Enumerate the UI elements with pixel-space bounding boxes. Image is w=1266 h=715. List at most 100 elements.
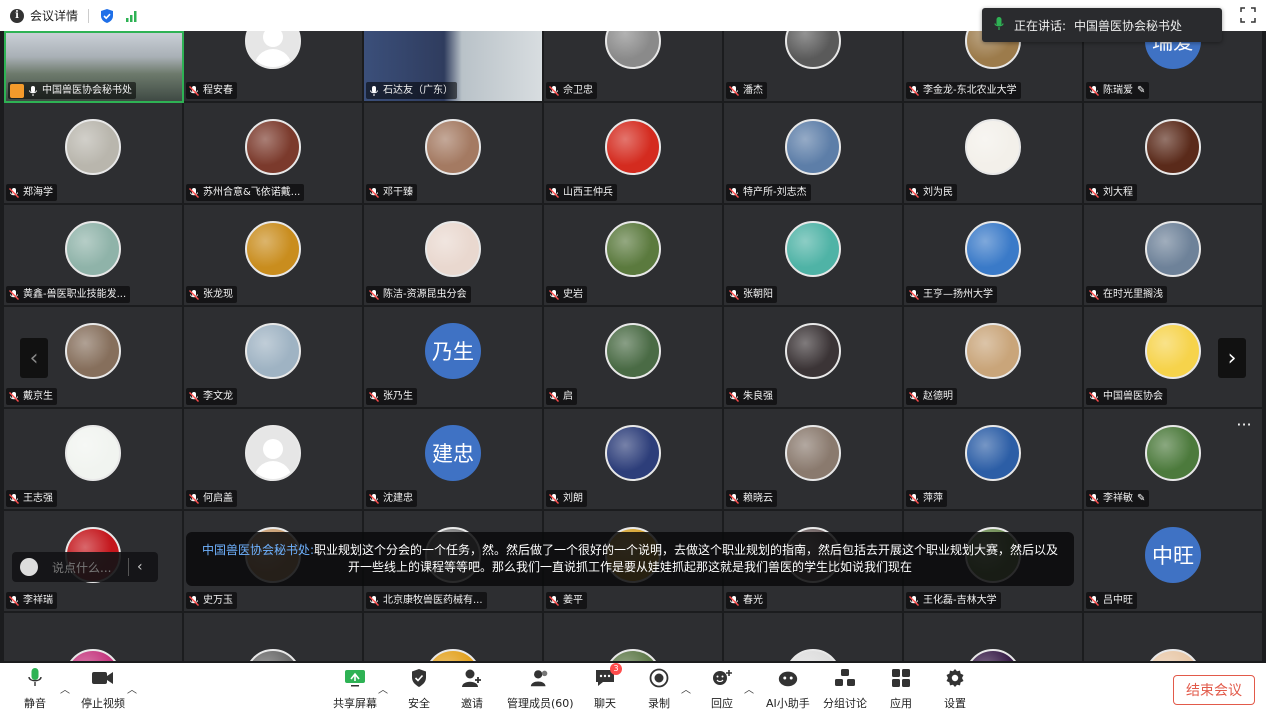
participant-tile[interactable]: 在时光里搁浅 — [1084, 205, 1264, 307]
participant-name: 邓干臻 — [383, 187, 413, 198]
share-screen-button[interactable]: 共享屏幕 — [333, 667, 377, 711]
participant-tile[interactable]: 邓干臻 — [364, 103, 544, 205]
security-button[interactable]: 安全 — [408, 667, 430, 711]
participant-tile[interactable]: 陈洁-资源昆虫分会 — [364, 205, 544, 307]
avatar — [245, 221, 301, 277]
participant-tile[interactable]: 佘卫忠 — [544, 31, 724, 103]
chat-input-box[interactable]: 说点什么... ‹ — [12, 552, 158, 582]
participant-name-tag: 刘为民 — [906, 184, 957, 201]
record-button[interactable]: 录制 — [648, 667, 670, 711]
participant-tile[interactable]: 李文龙 — [184, 307, 364, 409]
chevron-up-icon[interactable]: ︿ — [127, 681, 137, 696]
prev-page-button[interactable]: ‹ — [20, 338, 48, 378]
participant-tile[interactable]: 潘杰 — [724, 31, 904, 103]
participant-tile[interactable]: 山西王仲兵 — [544, 103, 724, 205]
participant-tile[interactable]: 郑海学 — [4, 103, 184, 205]
participant-tile[interactable]: 黄鑫-兽医职业技能发... — [4, 205, 184, 307]
participant-tile[interactable]: 启 — [544, 307, 724, 409]
participant-tile[interactable]: 赖晓云 — [724, 409, 904, 511]
share-screen-icon — [344, 667, 366, 689]
participant-tile[interactable] — [1084, 613, 1264, 663]
apps-button[interactable]: 应用 — [890, 667, 912, 711]
invite-button[interactable]: 邀请 — [461, 667, 483, 711]
reactions-button[interactable]: 回应 — [711, 667, 733, 711]
network-signal-icon[interactable] — [125, 9, 139, 23]
settings-button[interactable]: 设置 — [944, 667, 966, 711]
participant-tile[interactable]: 中国兽医协会秘书处 — [4, 31, 184, 103]
chevron-left-icon[interactable]: ‹ — [137, 559, 143, 575]
reactions-label: 回应 — [711, 697, 733, 710]
participant-tile[interactable] — [904, 613, 1084, 663]
participant-tile[interactable]: 王志强 — [4, 409, 184, 511]
participant-name-tag: 赖晓云 — [726, 490, 777, 507]
participant-name: 戴京生 — [23, 391, 53, 402]
participant-tile[interactable]: 石达友（广东） — [364, 31, 544, 103]
participant-name-tag: 特产所-刘志杰 — [726, 184, 811, 201]
participant-name-tag: 史岩 — [546, 286, 587, 303]
members-icon — [529, 667, 551, 689]
participant-name: 史万玉 — [203, 595, 233, 606]
chevron-up-icon[interactable]: ︿ — [60, 681, 70, 696]
participant-tile[interactable] — [184, 613, 364, 663]
microphone-icon — [368, 85, 380, 97]
avatar — [785, 649, 841, 661]
participant-tile[interactable]: 程安春 — [184, 31, 364, 103]
chevron-left-icon: ‹ — [29, 345, 39, 371]
microphone-muted-icon — [1088, 187, 1100, 199]
chat-label: 聊天 — [594, 697, 616, 710]
participant-tile[interactable]: 张龙现 — [184, 205, 364, 307]
participant-tile[interactable]: 中旺 吕中旺 — [1084, 511, 1264, 613]
shield-icon[interactable] — [99, 8, 115, 24]
participant-tile[interactable]: 特产所-刘志杰 — [724, 103, 904, 205]
microphone-muted-icon — [548, 289, 560, 301]
end-meeting-button[interactable]: 结束会议 — [1173, 675, 1255, 705]
participant-tile[interactable] — [4, 613, 184, 663]
more-options-icon[interactable]: ··· — [1230, 417, 1258, 438]
participant-tile[interactable] — [364, 613, 544, 663]
fullscreen-icon[interactable] — [1240, 7, 1256, 23]
participant-tile[interactable]: 建忠 沈建忠 — [364, 409, 544, 511]
meeting-details-button[interactable]: i 会议详情 — [10, 7, 78, 24]
participant-tile[interactable]: 刘朗 — [544, 409, 724, 511]
microphone-muted-icon — [728, 85, 740, 97]
participant-tile[interactable]: 苏州合意&飞依诺戴... — [184, 103, 364, 205]
participant-tile[interactable]: 朱良强 — [724, 307, 904, 409]
participant-tile[interactable]: 张朝阳 — [724, 205, 904, 307]
emoji-icon[interactable] — [20, 558, 38, 576]
participant-tile[interactable]: 赵德明 — [904, 307, 1084, 409]
breakout-button[interactable]: 分组讨论 — [823, 667, 867, 711]
participant-name-tag: 刘大程 — [1086, 184, 1137, 201]
mute-button[interactable]: 静音 — [24, 667, 46, 711]
avatar — [1145, 425, 1201, 481]
participant-name-tag: 李祥敏 ✎ — [1086, 490, 1150, 507]
participant-tile[interactable]: 王亨—扬州大学 — [904, 205, 1084, 307]
participant-tile[interactable]: 乃生 张乃生 — [364, 307, 544, 409]
manage-members-button[interactable]: 管理成员(60) — [507, 667, 574, 711]
microphone-muted-icon — [728, 289, 740, 301]
chat-input-placeholder[interactable]: 说点什么... — [52, 559, 122, 576]
chevron-up-icon[interactable]: ︿ — [744, 681, 754, 696]
participant-name-tag: 李祥瑞 — [6, 592, 57, 609]
participant-name: 郑海学 — [23, 187, 53, 198]
avatar — [965, 649, 1021, 661]
chat-button[interactable]: 3 聊天 — [594, 663, 622, 711]
chevron-up-icon[interactable]: ︿ — [681, 681, 691, 696]
stop-video-button[interactable]: 停止视频 — [81, 667, 125, 711]
participant-name: 春光 — [743, 595, 763, 606]
microphone-muted-icon — [368, 187, 380, 199]
participant-tile[interactable]: 刘大程 — [1084, 103, 1264, 205]
next-page-button[interactable]: › — [1218, 338, 1246, 378]
participant-tile[interactable]: 刘为民 — [904, 103, 1084, 205]
avatar — [245, 323, 301, 379]
participant-tile[interactable] — [544, 613, 724, 663]
ai-assistant-button[interactable]: AI小助手 — [766, 667, 810, 711]
participant-tile[interactable]: 史岩 — [544, 205, 724, 307]
microphone-muted-icon — [548, 493, 560, 505]
chevron-up-icon[interactable]: ︿ — [378, 681, 388, 696]
microphone-muted-icon — [8, 289, 20, 301]
participant-tile[interactable]: 何启盖 — [184, 409, 364, 511]
microphone-muted-icon — [188, 391, 200, 403]
participant-tile[interactable] — [724, 613, 904, 663]
participant-name: 山西王仲兵 — [563, 187, 613, 198]
participant-tile[interactable]: 萍萍 — [904, 409, 1084, 511]
